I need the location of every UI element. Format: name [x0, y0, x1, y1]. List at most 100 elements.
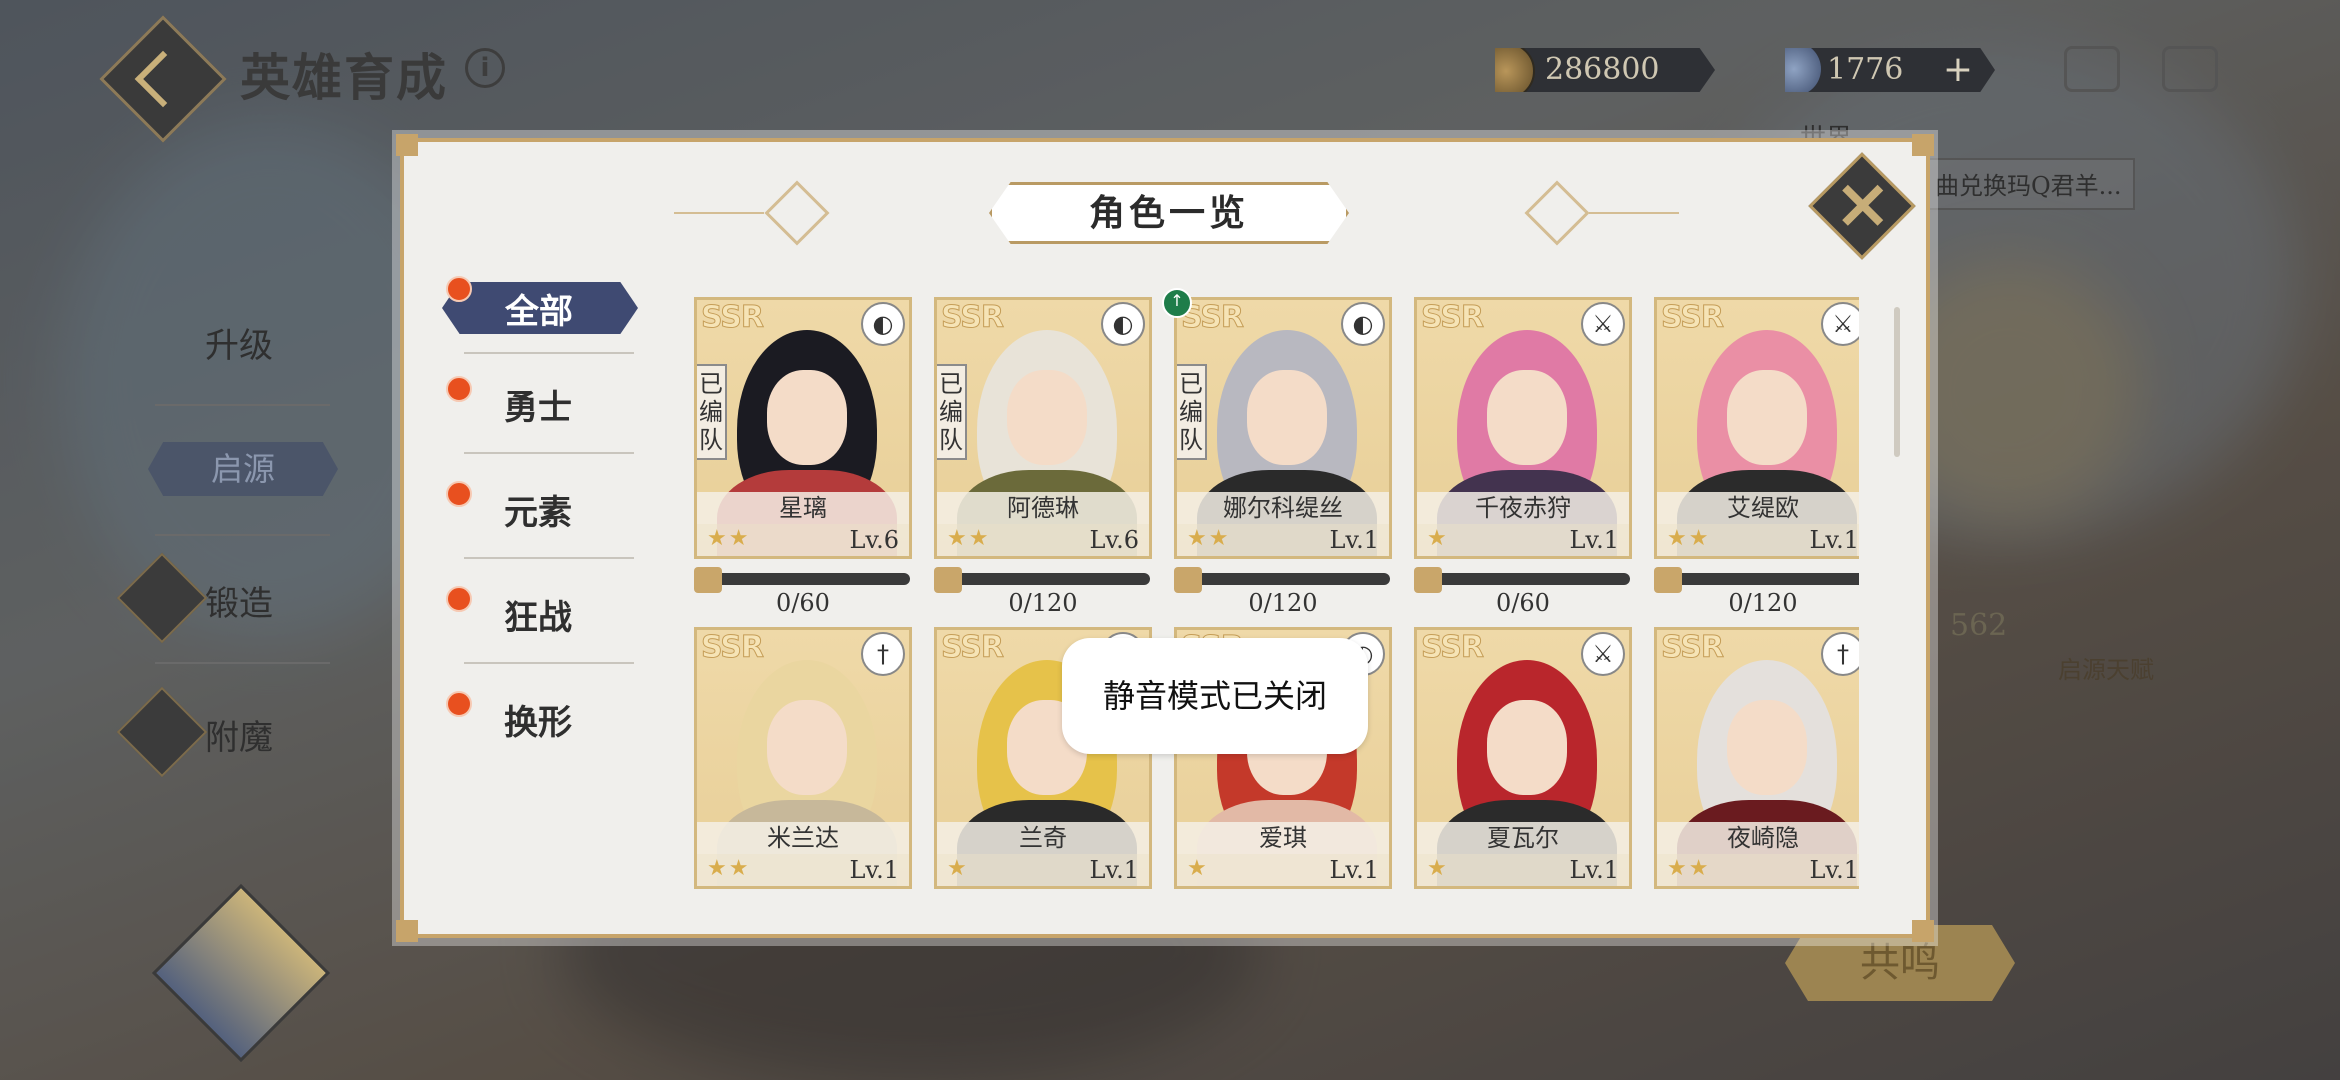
stars-band: ★★ Lv.1: [1177, 524, 1389, 556]
mask-icon: ◐: [1341, 302, 1385, 346]
axe-icon: ⚔: [1821, 302, 1859, 346]
hero-card[interactable]: SSR ⚔ 千夜赤狩 ★ Lv.1: [1414, 297, 1632, 559]
rarity-badge: SSR: [701, 300, 765, 336]
gem-counter: 1776 +: [1785, 48, 1995, 92]
star-icon: ★★: [707, 526, 751, 551]
hero-level: Lv.1: [1329, 526, 1379, 554]
axe-icon: ⚔: [1581, 632, 1625, 676]
nav-divider: [155, 404, 330, 406]
category-berserker[interactable]: 狂战: [424, 582, 654, 642]
gem-value: 1776: [1827, 52, 1904, 87]
background-number: 562: [1950, 608, 2008, 643]
progress-bar: [1670, 573, 1859, 585]
axe-icon: ⚔: [1581, 302, 1625, 346]
stars-band: ★★ Lv.6: [937, 524, 1149, 556]
star-icon: ★★: [1667, 856, 1711, 881]
menu-icon[interactable]: [2162, 46, 2218, 92]
face: [1007, 370, 1087, 465]
category-label: 元素: [504, 493, 572, 533]
hero-card[interactable]: SSR ⚔ 艾缇欧 ★★ Lv.1: [1654, 297, 1859, 559]
chat-message: 曲兑换玛Q君羊...: [1925, 158, 2135, 210]
chat-icon[interactable]: [2064, 46, 2120, 92]
face: [1247, 370, 1327, 465]
progress-bar: [710, 573, 910, 585]
hero-name: 夏瓦尔: [1417, 822, 1629, 854]
corner-ornament: [1912, 920, 1934, 942]
talent-label: 启源天赋: [2058, 656, 2154, 684]
hero-name: 兰奇: [937, 822, 1149, 854]
hero-level: Lv.1: [1809, 856, 1859, 884]
star-icon: ★: [1427, 526, 1449, 551]
title-ornament: [1589, 212, 1679, 214]
corner-ornament: [396, 134, 418, 156]
hero-card[interactable]: SSR † 夜崎隐 ★★ Lv.1: [1654, 627, 1859, 889]
nav-divider: [155, 534, 330, 536]
hero-card[interactable]: SSR ⚔ 夏瓦尔 ★ Lv.1: [1414, 627, 1632, 889]
star-icon: ★: [1187, 856, 1209, 881]
gold-counter: 286800: [1495, 48, 1715, 92]
hero-grid: SSR ◐ 已编队 星璃 ★★ Lv.6 0/60 SSR ◐ 已编队 阿德琳 ★★ Lv.6 0/120…: [689, 287, 1859, 897]
nav-forge: 锻造: [205, 584, 273, 624]
hero-name: 千夜赤狩: [1417, 492, 1629, 524]
stars-band: ★★ Lv.1: [1657, 854, 1859, 886]
stars-band: ★★ Lv.1: [1657, 524, 1859, 556]
star-icon: ★: [1427, 856, 1449, 881]
nav-origin: 启源: [148, 442, 338, 496]
stars-band: ★ Lv.1: [1417, 854, 1629, 886]
hero-card[interactable]: SSR ◐ 已编队 阿德琳 ★★ Lv.6: [934, 297, 1152, 559]
notification-dot: [446, 586, 472, 612]
fragment-count: 0/120: [1248, 589, 1318, 617]
chevron-left-icon: [134, 50, 192, 108]
hero-name: 米兰达: [697, 822, 909, 854]
fragment-count: 0/120: [1728, 589, 1798, 617]
team-tag: 已编队: [937, 364, 967, 460]
hero-name: 阿德琳: [937, 492, 1149, 524]
star-icon: ★: [947, 856, 969, 881]
category-label: 狂战: [504, 598, 572, 638]
fragment-count: 0/60: [1496, 589, 1550, 617]
hero-name: 爱琪: [1177, 822, 1389, 854]
hero-level: Lv.1: [1329, 856, 1379, 884]
mask-icon: ◐: [861, 302, 905, 346]
divider: [464, 662, 634, 664]
hero-name: 夜崎隐: [1657, 822, 1859, 854]
corner-ornament: [1912, 134, 1934, 156]
nav-enchant: 附魔: [205, 718, 273, 758]
roster-dialog: 角色一览 全部 勇士 元素 狂战 换形 SSR ◐ 已编队 星璃 ★★ Lv.6…: [396, 134, 1934, 942]
category-warrior[interactable]: 勇士: [424, 372, 654, 432]
rarity-badge: SSR: [1421, 630, 1485, 666]
add-gems-button[interactable]: +: [1943, 48, 1973, 92]
star-icon: ★★: [1187, 526, 1231, 551]
scrollbar[interactable]: [1894, 307, 1900, 457]
progress-bar: [950, 573, 1150, 585]
info-icon[interactable]: i: [465, 48, 505, 88]
hero-level: Lv.1: [849, 856, 899, 884]
category-all[interactable]: 全部: [424, 272, 654, 334]
hero-card[interactable]: SSR ◐ 已编队 娜尔科缇丝 ★★ Lv.1: [1174, 297, 1392, 559]
rarity-badge: SSR: [1421, 300, 1485, 336]
dialog-title-banner: 角色一览: [989, 182, 1349, 244]
divider: [464, 557, 634, 559]
hero-name: 艾缇欧: [1657, 492, 1859, 524]
star-icon: ★★: [1667, 526, 1711, 551]
team-tag: 已编队: [697, 364, 727, 460]
stars-band: ★ Lv.1: [937, 854, 1149, 886]
stars-band: ★★ Lv.1: [697, 854, 909, 886]
hero-card[interactable]: SSR ◐ 已编队星璃 ★★ Lv.6: [694, 297, 912, 559]
fragment-count: 0/60: [776, 589, 830, 617]
divider: [464, 452, 634, 454]
close-button[interactable]: [1808, 152, 1916, 260]
notification-dot: [446, 481, 472, 507]
hero-name: 娜尔科缇丝: [1177, 492, 1389, 524]
category-shapeshift[interactable]: 换形: [424, 687, 654, 747]
new-badge-icon: ↑: [1162, 288, 1192, 318]
hero-card[interactable]: SSR † 米兰达 ★★ Lv.1: [694, 627, 912, 889]
face: [1727, 370, 1807, 465]
hero-level: Lv.6: [849, 526, 899, 554]
corner-ornament: [396, 920, 418, 942]
category-element[interactable]: 元素: [424, 477, 654, 537]
divider: [464, 352, 634, 354]
progress-bar: [1190, 573, 1390, 585]
rarity-badge: SSR: [1661, 630, 1725, 666]
hero-name: 星璃: [697, 492, 909, 524]
